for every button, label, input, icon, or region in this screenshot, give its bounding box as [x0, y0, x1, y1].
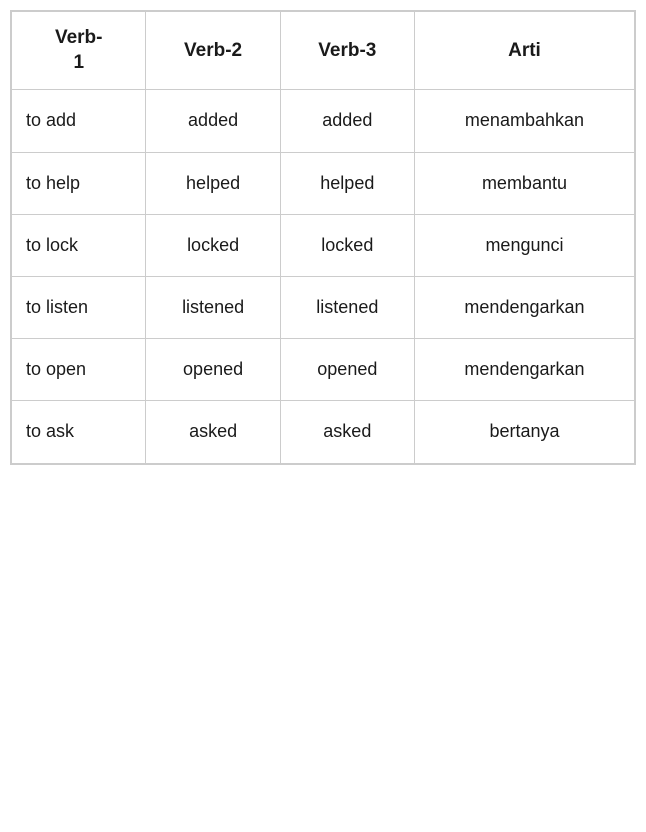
cell-verb1-0: to add	[11, 90, 146, 152]
cell-arti-0: menambahkan	[414, 90, 635, 152]
cell-verb3-0: added	[280, 90, 414, 152]
table-row: to helphelpedhelpedmembantu	[11, 152, 635, 214]
cell-arti-5: bertanya	[414, 401, 635, 464]
header-row: Verb-1 Verb-2 Verb-3 Arti	[11, 11, 635, 90]
cell-verb1-3: to listen	[11, 276, 146, 338]
cell-verb1-4: to open	[11, 339, 146, 401]
table-row: to listenlistenedlistenedmendengarkan	[11, 276, 635, 338]
cell-verb2-2: locked	[146, 214, 280, 276]
header-verb2: Verb-2	[146, 11, 280, 90]
cell-arti-3: mendengarkan	[414, 276, 635, 338]
cell-verb2-0: added	[146, 90, 280, 152]
cell-verb2-5: asked	[146, 401, 280, 464]
table-row: to askaskedaskedbertanya	[11, 401, 635, 464]
cell-verb3-5: asked	[280, 401, 414, 464]
cell-arti-2: mengunci	[414, 214, 635, 276]
header-verb3: Verb-3	[280, 11, 414, 90]
cell-arti-1: membantu	[414, 152, 635, 214]
cell-verb3-3: listened	[280, 276, 414, 338]
header-arti: Arti	[414, 11, 635, 90]
cell-verb2-1: helped	[146, 152, 280, 214]
cell-verb1-1: to help	[11, 152, 146, 214]
cell-verb3-1: helped	[280, 152, 414, 214]
table-row: to locklockedlockedmengunci	[11, 214, 635, 276]
cell-verb3-2: locked	[280, 214, 414, 276]
cell-arti-4: mendengarkan	[414, 339, 635, 401]
cell-verb1-2: to lock	[11, 214, 146, 276]
cell-verb2-4: opened	[146, 339, 280, 401]
verb-table: Verb-1 Verb-2 Verb-3 Arti to addaddedadd…	[10, 10, 636, 465]
table-row: to addaddedaddedmenambahkan	[11, 90, 635, 152]
cell-verb1-5: to ask	[11, 401, 146, 464]
table-row: to openopenedopenedmendengarkan	[11, 339, 635, 401]
cell-verb2-3: listened	[146, 276, 280, 338]
cell-verb3-4: opened	[280, 339, 414, 401]
header-verb1: Verb-1	[11, 11, 146, 90]
